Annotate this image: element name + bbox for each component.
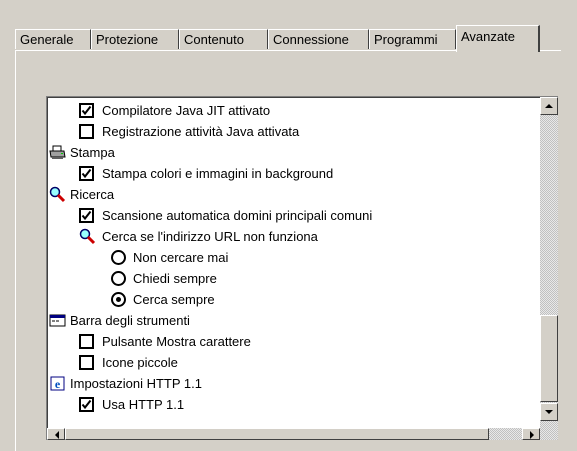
tree-item-label: Registrazione attività Java attivata bbox=[102, 124, 300, 139]
scroll-down-button[interactable] bbox=[540, 403, 558, 421]
radio-dot bbox=[116, 297, 121, 302]
ie-icon: e bbox=[50, 376, 65, 391]
settings-tree: Compilatore Java JIT attivato Registrazi… bbox=[46, 96, 558, 440]
vertical-scrollbar[interactable] bbox=[540, 97, 558, 440]
tree-item-label: Non cercare mai bbox=[133, 250, 229, 265]
tab-generale[interactable]: Generale bbox=[15, 29, 91, 49]
checkbox[interactable] bbox=[79, 397, 94, 412]
radio-button[interactable] bbox=[111, 292, 126, 307]
tab-strip: Generale Protezione Contenuto Connession… bbox=[15, 25, 555, 52]
arrow-right-icon bbox=[530, 431, 534, 439]
checkbox[interactable] bbox=[79, 166, 94, 181]
toolbar-icon bbox=[49, 314, 66, 327]
tab-contenuto[interactable]: Contenuto bbox=[179, 29, 268, 49]
checkbox[interactable] bbox=[79, 334, 94, 349]
tree-item-label: Stampa bbox=[70, 145, 115, 160]
tree-item-label: Cerca se l'indirizzo URL non funziona bbox=[102, 229, 318, 244]
tree-item-label: Barra degli strumenti bbox=[70, 313, 190, 328]
scroll-up-button[interactable] bbox=[540, 97, 558, 115]
tab-label: Programmi bbox=[374, 32, 438, 47]
radio-button[interactable] bbox=[111, 271, 126, 286]
checkmark-icon bbox=[81, 105, 92, 116]
tree-item-label: Icone piccole bbox=[102, 355, 178, 370]
tree-item-label: Scansione automatica domini principali c… bbox=[102, 208, 373, 223]
tab-label: Protezione bbox=[96, 32, 159, 47]
printer-icon bbox=[49, 145, 66, 159]
checkmark-icon bbox=[81, 399, 92, 410]
checkbox[interactable] bbox=[79, 124, 94, 139]
arrow-up-icon bbox=[545, 104, 553, 108]
magnifier-icon bbox=[49, 186, 66, 203]
magnifier-icon bbox=[79, 228, 96, 245]
arrow-down-icon bbox=[545, 410, 553, 414]
tab-protezione[interactable]: Protezione bbox=[91, 29, 179, 49]
checkbox[interactable] bbox=[79, 103, 94, 118]
scroll-thumb[interactable] bbox=[540, 315, 558, 402]
radio-button[interactable] bbox=[111, 250, 126, 265]
tree-item-label: Cerca sempre bbox=[133, 292, 215, 307]
checkmark-icon bbox=[81, 210, 92, 221]
tab-programmi[interactable]: Programmi bbox=[369, 29, 456, 49]
tree-item-label: Compilatore Java JIT attivato bbox=[102, 103, 271, 118]
tab-connessione[interactable]: Connessione bbox=[268, 29, 369, 49]
tree-item-label: Usa HTTP 1.1 bbox=[102, 397, 185, 412]
scroll-left-button[interactable] bbox=[47, 428, 65, 440]
tab-label: Avanzate bbox=[461, 29, 515, 44]
tree-item-label: Pulsante Mostra carattere bbox=[102, 334, 251, 349]
tab-label: Connessione bbox=[273, 32, 349, 47]
arrow-left-icon bbox=[55, 431, 59, 439]
checkmark-icon bbox=[81, 168, 92, 179]
tab-avanzate[interactable]: Avanzate bbox=[456, 25, 540, 52]
tree-item-label: Chiedi sempre bbox=[133, 271, 217, 286]
tab-label: Contenuto bbox=[184, 32, 244, 47]
tree-item-label: Ricerca bbox=[70, 187, 115, 202]
scroll-right-button[interactable] bbox=[522, 428, 540, 440]
tab-label: Generale bbox=[20, 32, 74, 47]
tree-item-label: Stampa colori e immagini in background bbox=[102, 166, 334, 181]
horizontal-scroll-thumb[interactable] bbox=[65, 428, 489, 440]
checkbox[interactable] bbox=[79, 208, 94, 223]
checkbox[interactable] bbox=[79, 355, 94, 370]
svg-text:e: e bbox=[55, 377, 61, 391]
horizontal-scrollbar[interactable] bbox=[47, 428, 540, 440]
tree-item-label: Impostazioni HTTP 1.1 bbox=[70, 376, 202, 391]
